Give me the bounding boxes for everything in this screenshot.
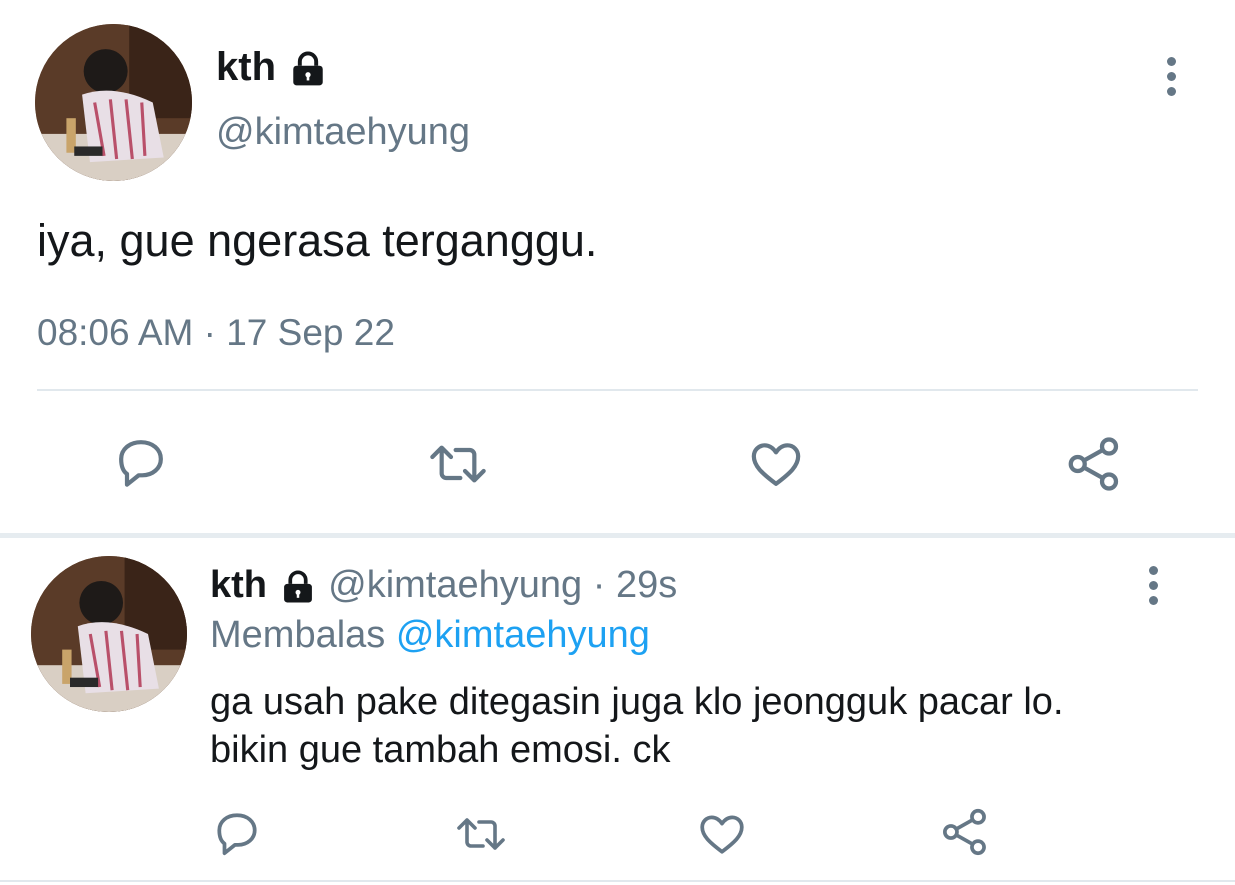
separator-dot: · [592,564,606,606]
tweet-separator [0,533,1235,538]
avatar-photo [31,556,187,712]
reply-icon[interactable] [113,434,169,490]
reply-display-name[interactable]: kth [210,564,267,606]
share-icon[interactable] [1064,434,1124,494]
display-name[interactable]: kth [216,44,329,90]
reply-age[interactable]: 29s [616,564,677,606]
replying-to-line: Membalas @kimtaehyung [210,613,650,657]
like-icon[interactable] [747,436,805,492]
reply-avatar[interactable] [31,556,187,712]
tweet-timestamp[interactable]: 08:06 AM · 17 Sep 22 [37,311,395,355]
avatar-photo [35,24,192,181]
like-icon[interactable] [696,809,748,859]
tweet-text: iya, gue ngerasa terganggu. [37,215,598,266]
retweet-icon[interactable] [452,810,510,858]
reply-header: kth @kimtaehyung · 29s [210,563,677,607]
more-options-icon[interactable] [1146,566,1160,611]
bottom-divider [0,880,1235,882]
avatar[interactable] [35,24,192,181]
reply-handle[interactable]: @kimtaehyung [328,564,582,606]
retweet-icon[interactable] [424,436,492,492]
reply-icon[interactable] [212,808,262,858]
divider [37,389,1198,391]
display-name-text[interactable]: kth [216,45,276,89]
replying-label: Membalas [210,614,386,656]
reply-text-line: bikin gue tambah emosi. ck [210,729,671,771]
share-icon[interactable] [939,806,991,858]
more-options-icon[interactable] [1164,57,1178,102]
handle[interactable]: @kimtaehyung [216,110,470,154]
reply-text: ga usah pake ditegasin juga klo jeongguk… [210,678,1064,774]
replying-to-link[interactable]: @kimtaehyung [396,614,650,656]
lock-icon [287,51,329,87]
lock-icon [278,570,318,604]
reply-text-line: ga usah pake ditegasin juga klo jeongguk… [210,681,1064,723]
